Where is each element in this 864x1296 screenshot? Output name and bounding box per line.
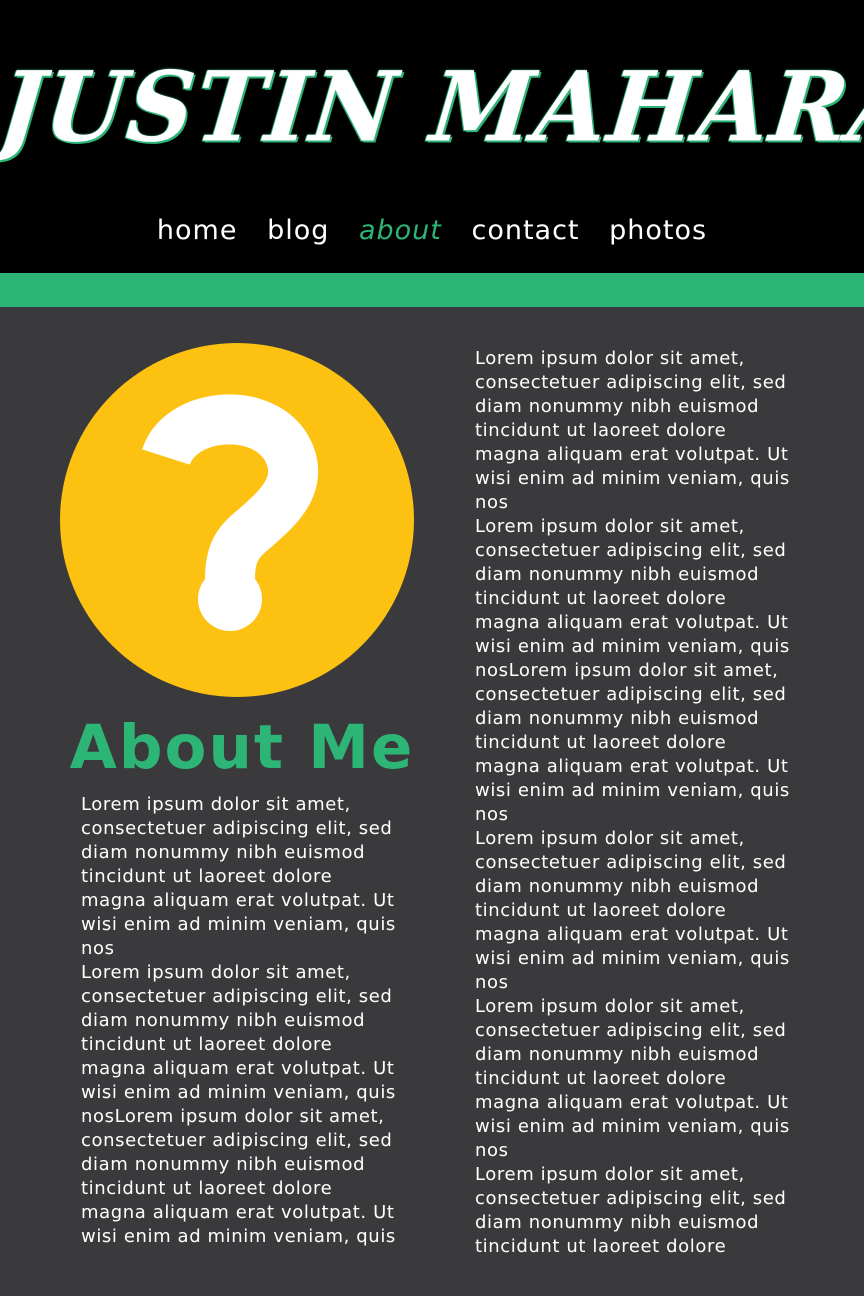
- text-line: tincidunt ut laoreet dolore: [81, 866, 333, 887]
- text-line: magna aliquam erat volutpat. Ut: [475, 1092, 789, 1113]
- text-line: wisi enim ad minim veniam, quis: [475, 948, 790, 969]
- text-line: wisi enim ad minim veniam, quis: [81, 1082, 396, 1103]
- text-line: nos: [81, 938, 115, 959]
- main-nav: home blog about contact photos: [0, 212, 864, 250]
- site-header: JUSTIN MAHARAJ home blog about contact p…: [0, 0, 864, 273]
- text-line: nosLorem ipsum dolor sit amet,: [81, 1106, 385, 1127]
- text-line: nos: [475, 804, 509, 825]
- text-line: diam nonummy nibh euismod: [81, 842, 366, 863]
- text-line: tincidunt ut laoreet dolore: [475, 1236, 727, 1257]
- text-line: consectetuer adipiscing elit, sed: [81, 1130, 393, 1151]
- text-line: diam nonummy nibh euismod: [81, 1010, 366, 1031]
- profile-avatar: [60, 343, 414, 697]
- text-line: consectetuer adipiscing elit, sed: [475, 372, 787, 393]
- text-line: wisi enim ad minim veniam, quis: [475, 468, 790, 489]
- text-line: consectetuer adipiscing elit, sed: [475, 1020, 787, 1041]
- text-line: magna aliquam erat volutpat. Ut: [475, 444, 789, 465]
- text-line: Lorem ipsum dolor sit amet,: [475, 1164, 745, 1185]
- text-line: tincidunt ut laoreet dolore: [475, 900, 727, 921]
- text-line: diam nonummy nibh euismod: [81, 1154, 366, 1175]
- left-text-block: Lorem ipsum dolor sit amet, consectetuer …: [81, 793, 421, 1249]
- text-line: magna aliquam erat volutpat. Ut: [475, 756, 789, 777]
- text-line: Lorem ipsum dolor sit amet,: [475, 996, 745, 1017]
- text-line: nos: [475, 1140, 509, 1161]
- text-line: consectetuer adipiscing elit, sed: [81, 818, 393, 839]
- text-line: tincidunt ut laoreet dolore: [81, 1034, 333, 1055]
- text-line: diam nonummy nibh euismod: [475, 1212, 760, 1233]
- nav-about-link[interactable]: about: [359, 215, 442, 246]
- text-line: magna aliquam erat volutpat. Ut: [475, 612, 789, 633]
- right-text-block: Lorem ipsum dolor sit amet, consectetuer …: [475, 347, 820, 1259]
- text-line: tincidunt ut laoreet dolore: [475, 588, 727, 609]
- text-line: tincidunt ut laoreet dolore: [475, 420, 727, 441]
- text-line: diam nonummy nibh euismod: [475, 1044, 760, 1065]
- text-line: tincidunt ut laoreet dolore: [475, 1068, 727, 1089]
- text-line: wisi enim ad minim veniam, quis: [81, 1226, 396, 1247]
- accent-stripe: [0, 273, 864, 307]
- text-line: nos: [475, 972, 509, 993]
- text-line: diam nonummy nibh euismod: [475, 396, 760, 417]
- text-line: Lorem ipsum dolor sit amet,: [475, 348, 745, 369]
- nav-blog-link[interactable]: blog: [267, 215, 329, 246]
- text-line: tincidunt ut laoreet dolore: [81, 1178, 333, 1199]
- text-line: magna aliquam erat volutpat. Ut: [81, 1058, 395, 1079]
- text-line: diam nonummy nibh euismod: [475, 564, 760, 585]
- nav-home-link[interactable]: home: [157, 215, 238, 246]
- text-line: diam nonummy nibh euismod: [475, 708, 760, 729]
- text-line: Lorem ipsum dolor sit amet,: [81, 794, 351, 815]
- text-line: magna aliquam erat volutpat. Ut: [475, 924, 789, 945]
- text-line: diam nonummy nibh euismod: [475, 876, 760, 897]
- text-line: magna aliquam erat volutpat. Ut: [81, 1202, 395, 1223]
- nav-photos-link[interactable]: photos: [609, 215, 707, 246]
- text-line: nos: [475, 492, 509, 513]
- site-logo[interactable]: JUSTIN MAHARAJ: [0, 49, 864, 165]
- text-line: wisi enim ad minim veniam, quis: [475, 636, 790, 657]
- text-line: nosLorem ipsum dolor sit amet,: [475, 660, 779, 681]
- text-line: Lorem ipsum dolor sit amet,: [81, 962, 351, 983]
- text-line: wisi enim ad minim veniam, quis: [475, 1116, 790, 1137]
- text-line: wisi enim ad minim veniam, quis: [475, 780, 790, 801]
- about-heading: About Me: [69, 712, 415, 783]
- text-line: tincidunt ut laoreet dolore: [475, 732, 727, 753]
- text-line: consectetuer adipiscing elit, sed: [475, 852, 787, 873]
- text-line: consectetuer adipiscing elit, sed: [475, 684, 787, 705]
- text-line: Lorem ipsum dolor sit amet,: [475, 828, 745, 849]
- text-line: wisi enim ad minim veniam, quis: [81, 914, 396, 935]
- text-line: magna aliquam erat volutpat. Ut: [81, 890, 395, 911]
- text-line: Lorem ipsum dolor sit amet,: [475, 516, 745, 537]
- text-line: consectetuer adipiscing elit, sed: [81, 986, 393, 1007]
- text-line: consectetuer adipiscing elit, sed: [475, 1188, 787, 1209]
- nav-contact-link[interactable]: contact: [471, 215, 579, 246]
- question-mark-icon: [142, 394, 318, 631]
- text-line: consectetuer adipiscing elit, sed: [475, 540, 787, 561]
